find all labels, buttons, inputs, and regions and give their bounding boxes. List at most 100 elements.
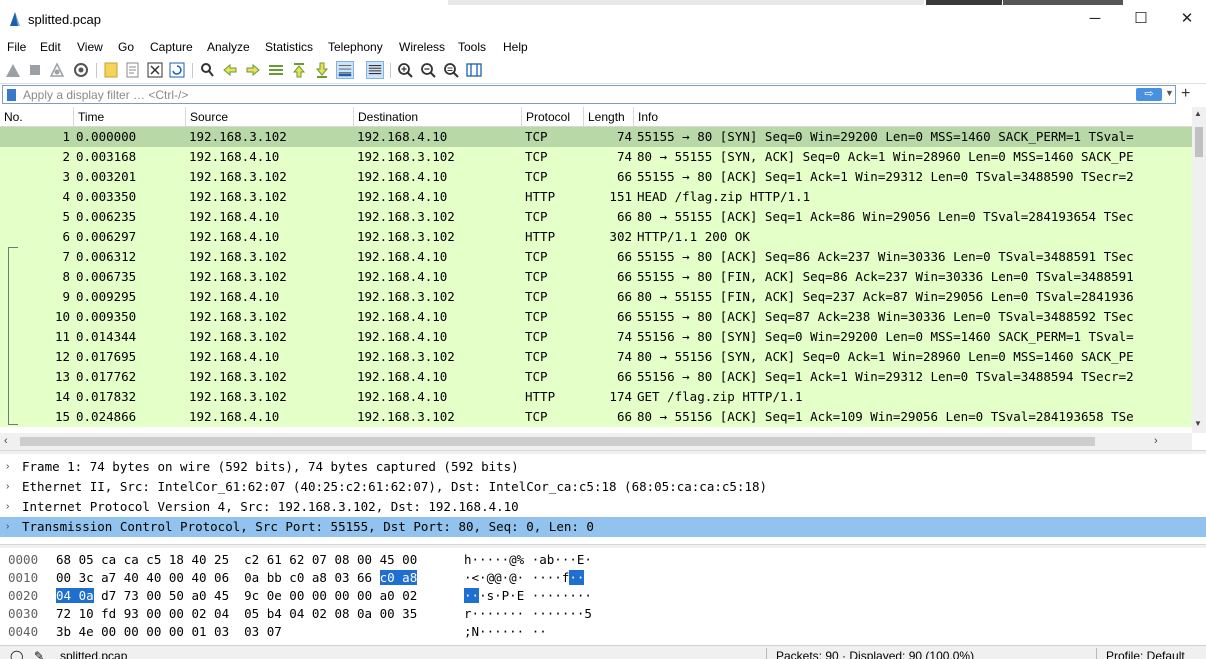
scroll-down-icon[interactable]: ▼: [1194, 419, 1202, 428]
restart-capture-icon[interactable]: [48, 61, 66, 79]
byte-hex[interactable]: 00 3c a7 40 40 00 40 06 0a bb c0 a8 03 6…: [56, 569, 418, 587]
packet-row[interactable]: 5 0.006235 192.168.4.10 192.168.3.102 TCP 66 8…: [0, 207, 1192, 227]
menu-view[interactable]: View: [77, 40, 103, 54]
main-toolbar: [0, 58, 1206, 84]
byte-ascii[interactable]: h·····@% ·ab···E·: [464, 551, 592, 569]
maximize-button[interactable]: ☐: [1128, 8, 1154, 30]
capture-options-icon[interactable]: [72, 61, 90, 79]
go-first-icon[interactable]: [290, 61, 308, 79]
byte-hex[interactable]: 72 10 fd 93 00 00 02 04 05 b4 04 02 08 0…: [56, 605, 417, 623]
packet-bytes: 0000 68 05 ca ca c5 18 40 25 c2 61 62 07 …: [0, 549, 1206, 643]
background-window-strip: [1003, 0, 1123, 5]
col-header-length[interactable]: Length: [584, 107, 634, 127]
scroll-right-icon[interactable]: ›: [1154, 435, 1158, 447]
go-to-packet-icon[interactable]: [267, 61, 285, 79]
byte-hex[interactable]: 68 05 ca ca c5 18 40 25 c2 61 62 07 08 0…: [56, 551, 417, 569]
bookmark-icon[interactable]: [7, 89, 16, 101]
menu-analyze[interactable]: Analyze: [207, 40, 250, 54]
open-file-icon[interactable]: [102, 61, 120, 79]
go-back-icon[interactable]: [221, 61, 239, 79]
stop-capture-icon[interactable]: [26, 61, 44, 79]
packet-list-hscrollbar[interactable]: ‹ ›: [0, 433, 1192, 450]
byte-ascii[interactable]: ···s·P·E ········: [464, 587, 592, 605]
expand-arrow-icon[interactable]: ›: [6, 517, 9, 537]
byte-hex[interactable]: 04 0a d7 73 00 50 a0 45 9c 0e 00 00 00 0…: [56, 587, 417, 605]
menu-help[interactable]: Help: [503, 40, 528, 54]
menu-capture[interactable]: Capture: [150, 40, 193, 54]
scroll-thumb[interactable]: [20, 437, 1095, 446]
zoom-reset-icon[interactable]: [442, 61, 460, 79]
go-forward-icon[interactable]: [244, 61, 262, 79]
menu-tools[interactable]: Tools: [458, 40, 486, 54]
detail-tree-item[interactable]: › Internet Protocol Version 4, Src: 192.1…: [0, 497, 1206, 517]
detail-tree-item[interactable]: › Transmission Control Protocol, Src Port…: [0, 517, 1206, 537]
byte-ascii[interactable]: ;N······ ··: [464, 623, 547, 641]
expand-arrow-icon[interactable]: ›: [6, 477, 9, 497]
go-last-icon[interactable]: [313, 61, 331, 79]
packet-row[interactable]: 15 0.024866 192.168.4.10 192.168.3.102 TCP 66…: [0, 407, 1192, 427]
start-capture-icon[interactable]: [4, 61, 22, 79]
packet-row[interactable]: 14 0.017832 192.168.3.102 192.168.4.10 HTTP 1…: [0, 387, 1192, 407]
packet-row[interactable]: 13 0.017762 192.168.3.102 192.168.4.10 TCP 66…: [0, 367, 1192, 387]
col-header-info[interactable]: Info: [634, 107, 1192, 127]
packet-row[interactable]: 6 0.006297 192.168.4.10 192.168.3.102 HTTP 30…: [0, 227, 1192, 247]
byte-ascii[interactable]: ·<·@@·@· ····f··: [464, 569, 585, 587]
zoom-in-icon[interactable]: [396, 61, 414, 79]
packet-list-vscrollbar[interactable]: ▲ ▼: [1192, 107, 1206, 433]
col-header-protocol[interactable]: Protocol: [522, 107, 584, 127]
byte-offset: 0040: [8, 624, 39, 639]
packet-row[interactable]: 9 0.009295 192.168.4.10 192.168.3.102 TCP 66 8…: [0, 287, 1192, 307]
scroll-up-icon[interactable]: ▲: [1194, 109, 1202, 118]
col-header-destination[interactable]: Destination: [354, 107, 522, 127]
packet-length: 66: [616, 249, 632, 264]
menu-file[interactable]: File: [7, 40, 26, 54]
find-packet-icon[interactable]: [198, 61, 216, 79]
status-profile[interactable]: Profile: Default: [1106, 649, 1185, 659]
packet-row[interactable]: 12 0.017695 192.168.4.10 192.168.3.102 TCP 74…: [0, 347, 1192, 367]
packet-row[interactable]: 3 0.003201 192.168.3.102 192.168.4.10 TCP 66 5…: [0, 167, 1192, 187]
col-header-time[interactable]: Time: [74, 107, 186, 127]
menu-statistics[interactable]: Statistics: [265, 40, 313, 54]
detail-tree-item[interactable]: › Frame 1: 74 bytes on wire (592 bits), 7…: [0, 457, 1206, 477]
close-button[interactable]: ✕: [1174, 8, 1200, 30]
expand-arrow-icon[interactable]: ›: [6, 457, 9, 477]
pane-splitter[interactable]: [0, 450, 1206, 454]
menu-telephony[interactable]: Telephony: [328, 40, 383, 54]
pane-splitter[interactable]: [0, 544, 1206, 548]
byte-ascii[interactable]: r······· ·······5: [464, 605, 592, 623]
display-filter-input[interactable]: [23, 87, 1123, 102]
packet-row[interactable]: 8 0.006735 192.168.3.102 192.168.4.10 TCP 66 5…: [0, 267, 1192, 287]
packet-protocol: TCP: [525, 329, 548, 344]
menu-edit[interactable]: Edit: [40, 40, 61, 54]
packet-row[interactable]: 7 0.006312 192.168.3.102 192.168.4.10 TCP 66 5…: [0, 247, 1192, 267]
close-file-icon[interactable]: [146, 61, 164, 79]
detail-tree-item[interactable]: › Ethernet II, Src: IntelCor_61:62:07 (40…: [0, 477, 1206, 497]
add-filter-button[interactable]: +: [1181, 85, 1190, 103]
packet-protocol: TCP: [525, 249, 548, 264]
save-file-icon[interactable]: [124, 61, 142, 79]
scroll-thumb[interactable]: [1195, 127, 1203, 157]
packet-row[interactable]: 2 0.003168 192.168.4.10 192.168.3.102 TCP 74 8…: [0, 147, 1192, 167]
reload-file-icon[interactable]: [168, 61, 186, 79]
packet-row[interactable]: 4 0.003350 192.168.3.102 192.168.4.10 HTTP 15…: [0, 187, 1192, 207]
filter-history-dropdown[interactable]: ▼: [1165, 88, 1174, 98]
byte-hex[interactable]: 3b 4e 00 00 00 00 01 03 03 07: [56, 623, 282, 641]
menu-go[interactable]: Go: [118, 40, 134, 54]
expand-arrow-icon[interactable]: ›: [6, 497, 9, 517]
zoom-out-icon[interactable]: [419, 61, 437, 79]
autoscroll-icon[interactable]: [336, 61, 354, 79]
col-header-no[interactable]: No.: [0, 107, 74, 127]
minimize-button[interactable]: ─: [1082, 8, 1108, 30]
packet-row[interactable]: 10 0.009350 192.168.3.102 192.168.4.10 TCP 66…: [0, 307, 1192, 327]
menu-wireless[interactable]: Wireless: [399, 40, 445, 54]
colorize-icon[interactable]: [366, 61, 384, 79]
packet-row[interactable]: 1 0.000000 192.168.3.102 192.168.4.10 TCP 74 5…: [0, 127, 1192, 147]
col-header-source[interactable]: Source: [186, 107, 354, 127]
expert-info-icon[interactable]: ◯: [10, 649, 23, 659]
resize-columns-icon[interactable]: [465, 61, 483, 79]
toolbar-separator: [390, 63, 391, 78]
scroll-left-icon[interactable]: ‹: [4, 435, 8, 447]
packet-row[interactable]: 11 0.014344 192.168.3.102 192.168.4.10 TCP 74…: [0, 327, 1192, 347]
apply-filter-button[interactable]: ⇨: [1136, 88, 1162, 101]
capture-comment-icon[interactable]: ✎: [34, 649, 44, 659]
